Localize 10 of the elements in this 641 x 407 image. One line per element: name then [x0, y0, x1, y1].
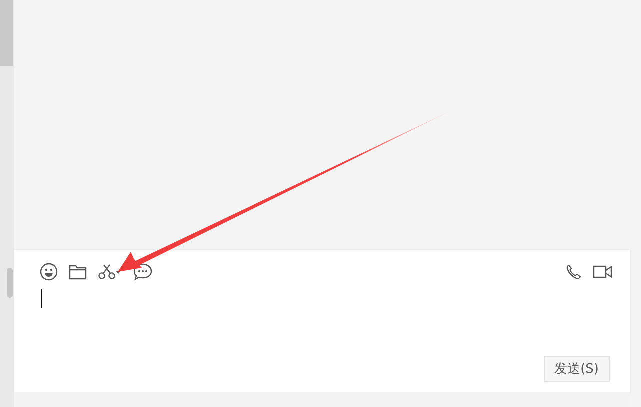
scrollbar-thumb[interactable]	[7, 268, 13, 298]
text-cursor	[41, 289, 42, 308]
video-camera-icon[interactable]	[593, 265, 613, 279]
scissors-icon[interactable]	[98, 264, 122, 280]
send-button[interactable]: 发送(S)	[544, 356, 610, 382]
emoji-icon[interactable]	[40, 263, 58, 281]
folder-icon[interactable]	[69, 264, 87, 280]
phone-icon[interactable]	[566, 264, 582, 280]
scrollbar-thumb[interactable]	[0, 0, 13, 66]
chat-bubble-icon[interactable]	[133, 263, 153, 281]
